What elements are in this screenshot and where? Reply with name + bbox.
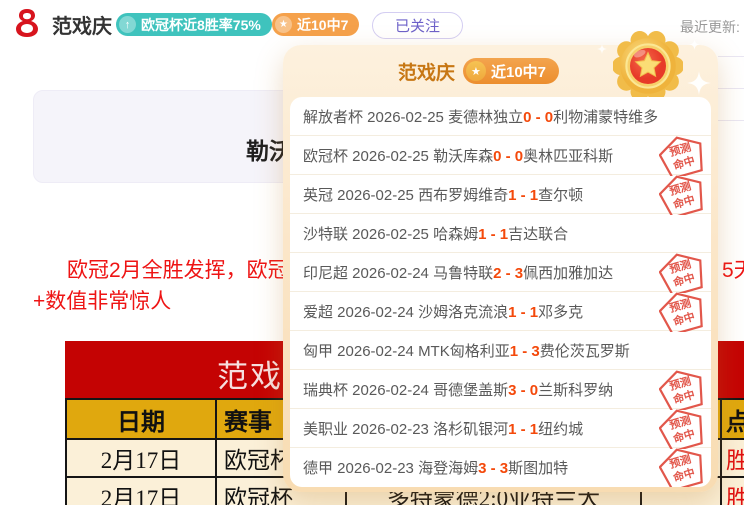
- prediction-hit-stamp: 预测命中: [659, 370, 705, 410]
- match-row: 美职业 2026-02-23 洛杉矶银河1 - 1纽约城 预测命中: [290, 409, 711, 448]
- match-row: 沙特联 2026-02-25 哈森姆1 - 1吉达联合: [290, 214, 711, 253]
- match-row: 德甲 2026-02-23 海登海姆3 - 3斯图加特 预测命中: [290, 448, 711, 487]
- divider: [718, 56, 744, 57]
- sparkle-icon: [689, 37, 700, 55]
- popup-streak-badge: ★ 近10中7: [463, 58, 559, 84]
- sparkle-icon: [687, 71, 711, 100]
- sparkle-icon: [597, 41, 607, 59]
- brand-logo-icon[interactable]: [14, 8, 40, 43]
- streak-badge: ★ 近10中7: [272, 13, 359, 36]
- match-row: 解放者杯 2026-02-25 麦德林独立0 - 0利物浦蒙特维多: [290, 97, 711, 136]
- recent-results-popup: 范戏庆 ★ 近10中7: [283, 45, 718, 492]
- prediction-hit-stamp: 预测命中: [659, 253, 705, 293]
- divider: [718, 88, 744, 89]
- prediction-hit-stamp: 预测命中: [659, 448, 705, 487]
- match-text: 瑞典杯 2026-02-24 哥德堡盖斯3 - 0兰斯科罗纳: [303, 379, 613, 400]
- divider: [718, 120, 744, 121]
- col-date-header: 日期: [67, 400, 217, 438]
- match-score: 3 - 3: [478, 460, 508, 477]
- prediction-hit-stamp: 预测命中: [659, 292, 705, 332]
- match-text: 印尼超 2026-02-24 马鲁特联2 - 3佩西加雅加达: [303, 262, 613, 283]
- last-updated-label: 最近更新:: [680, 17, 740, 37]
- cell-date: 2月17日: [67, 478, 217, 505]
- match-score: 1 - 1: [478, 226, 508, 243]
- promo-text-line2: +数值非常惊人: [33, 285, 171, 315]
- popup-streak-badge-label: 近10中7: [491, 61, 546, 82]
- cell-result: 胜: [722, 440, 744, 476]
- followed-button[interactable]: 已关注: [372, 12, 463, 39]
- match-text: 英冠 2026-02-25 西布罗姆维奇1 - 1查尔顿: [303, 184, 583, 205]
- match-text: 解放者杯 2026-02-25 麦德林独立0 - 0利物浦蒙特维多: [303, 106, 658, 127]
- match-score: 2 - 3: [493, 265, 523, 282]
- match-text: 匈甲 2026-02-24 MTK匈格利亚1 - 3费伦茨瓦罗斯: [303, 340, 630, 361]
- cell-result: 胜: [722, 478, 744, 505]
- match-score: 1 - 3: [510, 343, 540, 360]
- prediction-hit-stamp: 预测命中: [659, 136, 705, 176]
- page: 范戏庆 ↑ 欧冠杯近8胜率75% ★ 近10中7 已关注 最近更新: 勒沃 欧冠…: [0, 0, 744, 505]
- match-score: 1 - 1: [508, 304, 538, 321]
- col-result-header: 点: [722, 400, 744, 438]
- expert-name: 范戏庆: [52, 10, 112, 39]
- prediction-hit-stamp: 预测命中: [659, 409, 705, 449]
- gold-medal-icon: [613, 31, 683, 106]
- arrow-up-icon: ↑: [119, 16, 136, 33]
- match-row: 匈甲 2026-02-24 MTK匈格利亚1 - 3费伦茨瓦罗斯: [290, 331, 711, 370]
- match-score: 0 - 0: [523, 109, 553, 126]
- match-row: 欧冠杯 2026-02-25 勒沃库森0 - 0奥林匹亚科斯 预测命中: [290, 136, 711, 175]
- match-list: 解放者杯 2026-02-25 麦德林独立0 - 0利物浦蒙特维多欧冠杯 202…: [290, 97, 711, 487]
- match-score: 1 - 1: [508, 187, 538, 204]
- match-row: 印尼超 2026-02-24 马鲁特联2 - 3佩西加雅加达 预测命中: [290, 253, 711, 292]
- promo-text-line1-left: 欧冠2月全胜发挥，欧冠近: [67, 254, 310, 284]
- match-text: 沙特联 2026-02-25 哈森姆1 - 1吉达联合: [303, 223, 568, 244]
- cell-date: 2月17日: [67, 440, 217, 476]
- match-row: 英冠 2026-02-25 西布罗姆维奇1 - 1查尔顿 预测命中: [290, 175, 711, 214]
- streak-badge-label: 近10中7: [297, 15, 348, 35]
- match-row: 瑞典杯 2026-02-24 哥德堡盖斯3 - 0兰斯科罗纳 预测命中: [290, 370, 711, 409]
- win-rate-badge-label: 欧冠杯近8胜率75%: [141, 15, 261, 35]
- match-score: 0 - 0: [493, 148, 523, 165]
- match-score: 3 - 0: [508, 382, 538, 399]
- match-row: 爱超 2026-02-24 沙姆洛克流浪1 - 1邓多克 预测命中: [290, 292, 711, 331]
- match-score: 1 - 1: [508, 421, 538, 438]
- record-table-title-fragment: 范戏: [217, 351, 283, 396]
- match-text: 欧冠杯 2026-02-25 勒沃库森0 - 0奥林匹亚科斯: [303, 145, 613, 166]
- star-icon: ★: [466, 61, 486, 81]
- prediction-hit-stamp: 预测命中: [659, 175, 705, 215]
- star-icon: ★: [275, 16, 292, 33]
- win-rate-badge: ↑ 欧冠杯近8胜率75%: [116, 13, 272, 36]
- promo-text-line1-right: 5天: [722, 254, 744, 284]
- popup-expert-name: 范戏庆: [398, 58, 455, 85]
- match-text: 美职业 2026-02-23 洛杉矶银河1 - 1纽约城: [303, 418, 583, 439]
- match-text: 德甲 2026-02-23 海登海姆3 - 3斯图加特: [303, 457, 568, 478]
- match-text: 爱超 2026-02-24 沙姆洛克流浪1 - 1邓多克: [303, 301, 583, 322]
